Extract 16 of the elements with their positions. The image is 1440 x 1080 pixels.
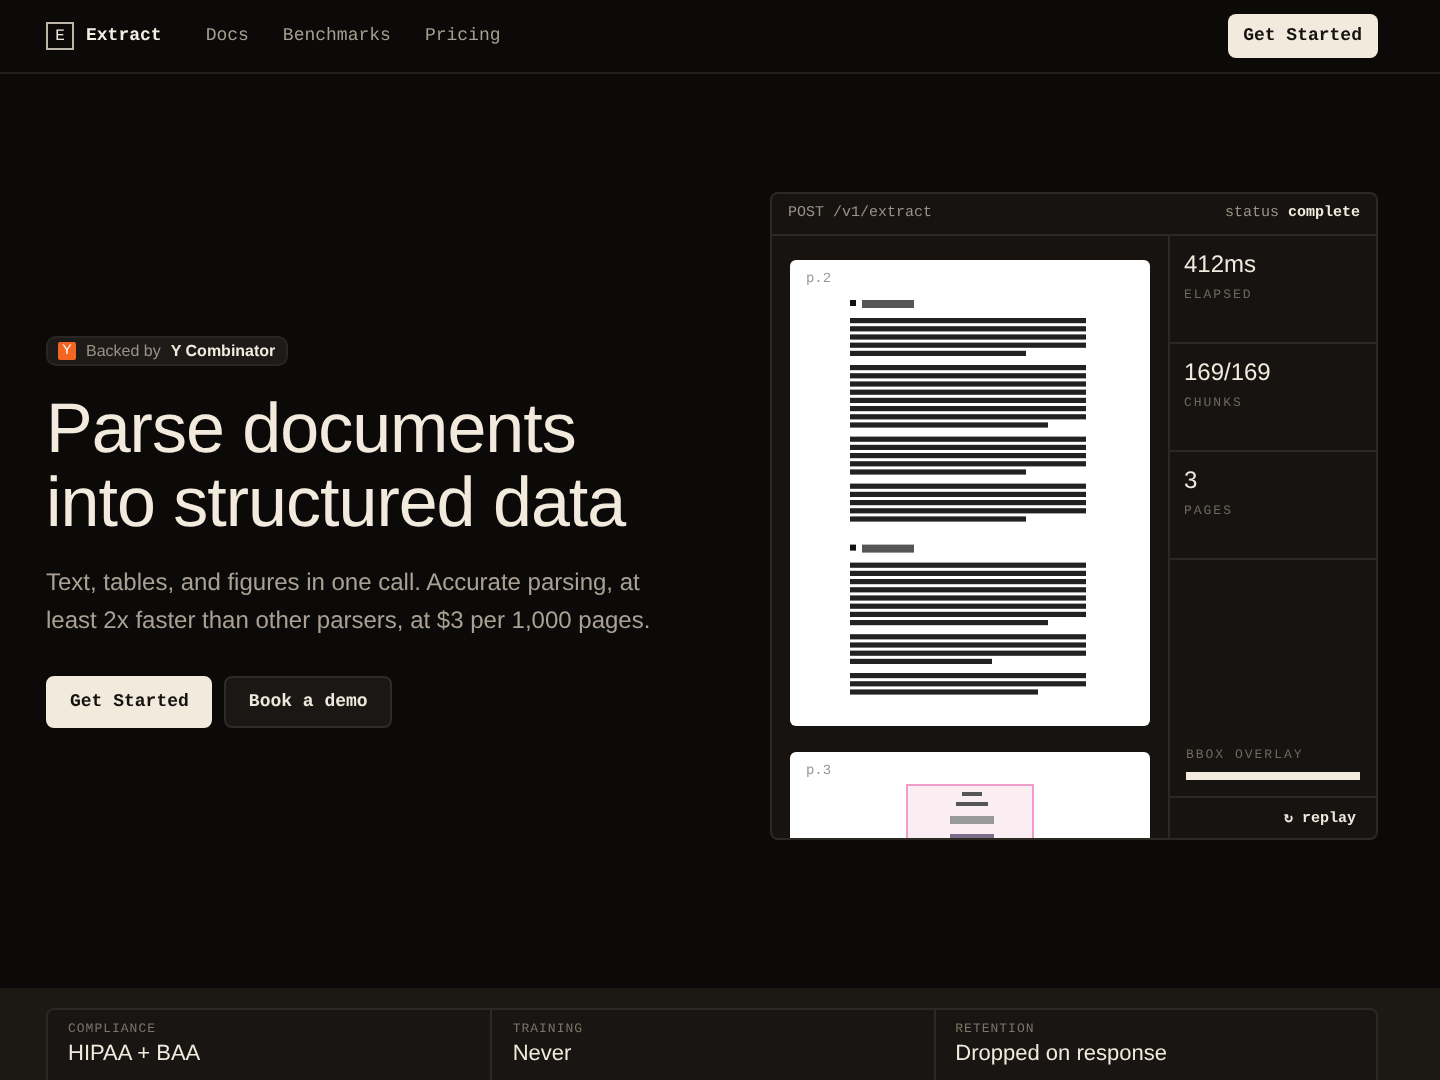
hero-subtitle: Text, tables, and figures in one call. Accurate parsing, at least 2x faster than other parsers, at $3 per 1,000 pages. [46, 565, 653, 637]
get-started-button[interactable]: Get Started [46, 675, 213, 727]
feature-value: HIPAA + BAA [68, 1042, 203, 1068]
stat-value: 169/169 [1183, 357, 1273, 385]
logo-icon: E [46, 22, 74, 50]
feature-value: Never [512, 1042, 574, 1068]
nav-link[interactable]: Docs [205, 26, 249, 46]
nav-link[interactable]: Benchmarks [282, 26, 391, 46]
stat-value: 412ms [1183, 249, 1258, 277]
stat-value: 3 [1183, 465, 1200, 493]
feature-value: Dropped on response [955, 1042, 1169, 1068]
brand-name: Extract [86, 26, 162, 46]
hero-headline: Parse documents into structured data [46, 391, 629, 539]
nav-link[interactable]: Pricing [424, 26, 501, 46]
book-demo-button[interactable]: Book a demo [224, 675, 392, 727]
get-started-button[interactable]: Get Started [1227, 14, 1378, 58]
